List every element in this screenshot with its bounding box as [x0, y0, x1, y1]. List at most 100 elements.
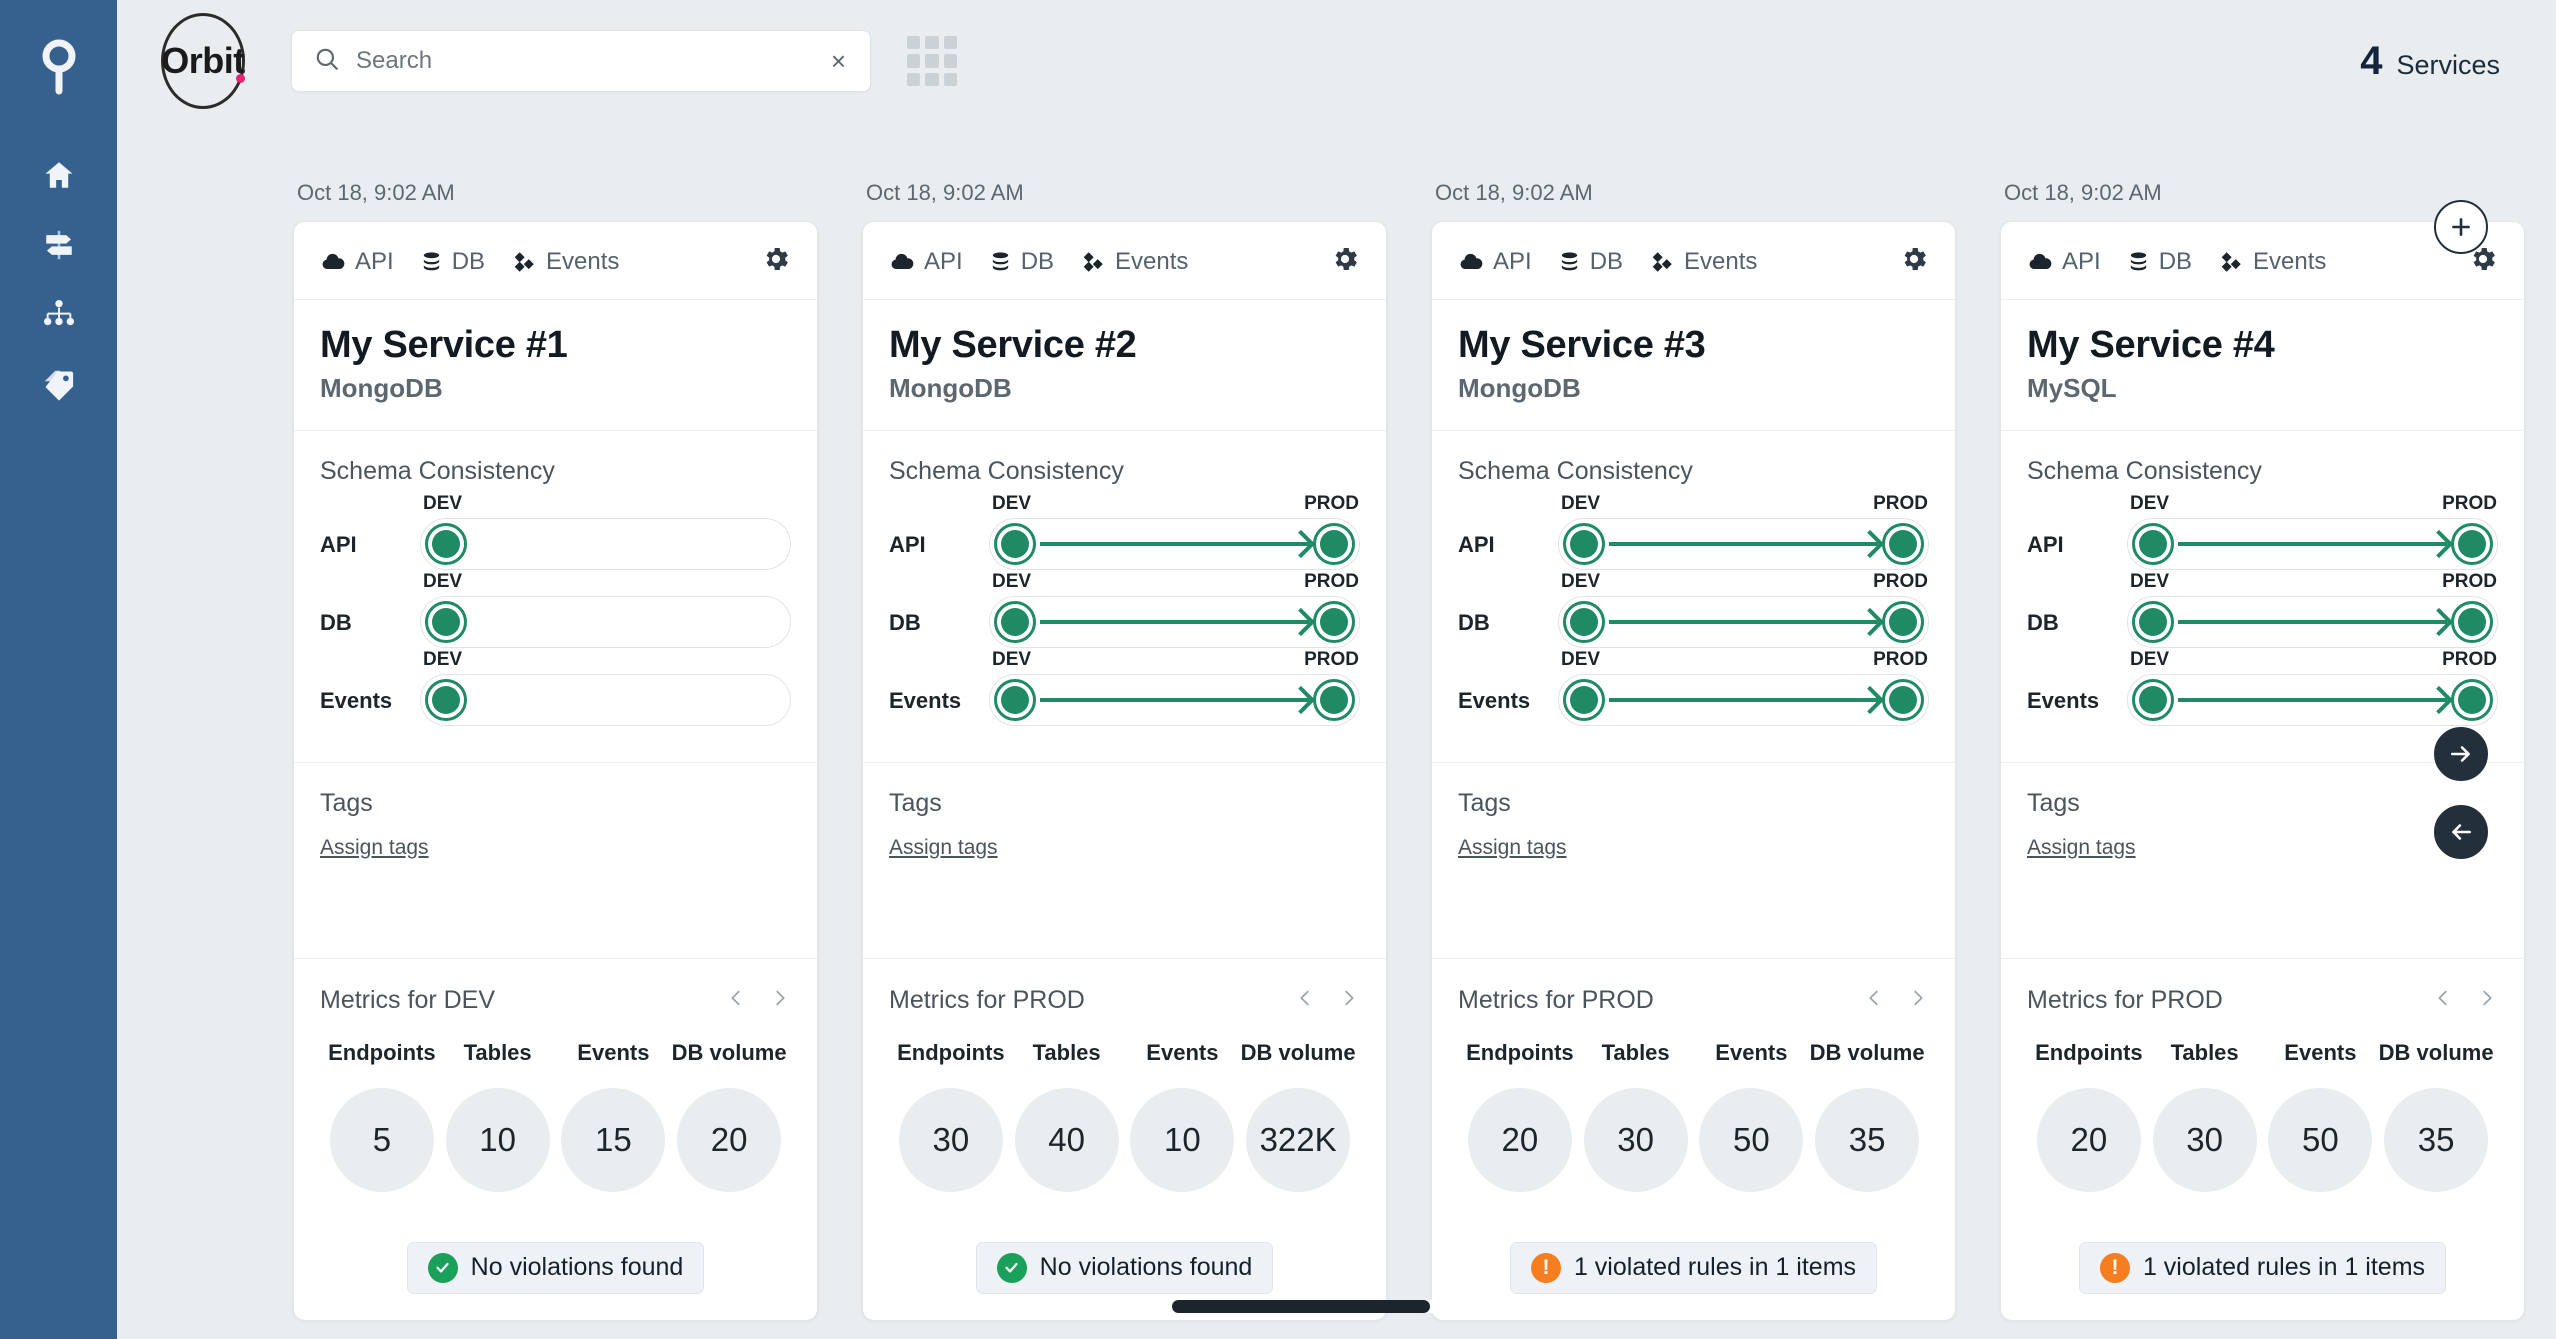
clear-search-icon[interactable]: ×	[829, 48, 848, 74]
status-badge[interactable]: ! 1 violated rules in 1 items	[1509, 1241, 1878, 1294]
metric-list: Endpoints 20 Tables 30 Events 50 DB volu…	[2027, 1040, 2498, 1192]
chip-api[interactable]: API	[2027, 248, 2101, 276]
status-badge[interactable]: No violations found	[406, 1241, 705, 1294]
schema-node-prod[interactable]	[1882, 678, 1924, 721]
schema-node-prod[interactable]	[1882, 600, 1924, 643]
schema-node-prod[interactable]	[1313, 600, 1355, 643]
search-input[interactable]	[356, 47, 829, 75]
schema-row-label: DB	[1458, 609, 1490, 635]
service-subtitle: MongoDB	[320, 372, 443, 403]
schema-node-prod[interactable]	[2451, 522, 2493, 565]
metric: Tables 10	[440, 1040, 556, 1192]
card-header: API DB Events	[1432, 222, 1955, 300]
chip-api[interactable]: API	[1458, 248, 1532, 276]
card-timestamp: Oct 18, 9:02 AM	[866, 180, 1024, 205]
schema-track: DEV PROD	[989, 571, 1360, 648]
scroll-prev-button[interactable]	[2434, 805, 2488, 859]
schema-node-dev[interactable]	[994, 678, 1036, 721]
metric-name: Events	[1715, 1039, 1788, 1065]
database-icon	[1558, 249, 1581, 275]
metric-name: DB volume	[1809, 1039, 1925, 1065]
chip-db[interactable]: DB	[2127, 248, 2192, 276]
chip-events[interactable]: Events	[1649, 248, 1757, 276]
schema-section-title: Schema Consistency	[2027, 456, 2262, 485]
card-chip-group: API DB Events	[320, 248, 619, 276]
service-card[interactable]: API DB Events My Service #2 MongoDB Sche…	[862, 221, 1387, 1321]
schema-track: DEV PROD	[1558, 649, 1929, 726]
metrics-prev-icon[interactable]	[1863, 983, 1885, 1018]
schema-node-dev[interactable]	[1563, 522, 1605, 565]
schema-node-dev[interactable]	[2132, 522, 2174, 565]
schema-node-dev[interactable]	[2132, 678, 2174, 721]
assign-tags-link[interactable]: Assign tags	[889, 836, 998, 860]
schema-node-dev[interactable]	[425, 678, 467, 721]
assign-tags-link[interactable]: Assign tags	[320, 836, 429, 860]
service-column: Oct 18, 9:02 AM API DB Events My Service…	[1431, 180, 1956, 1321]
metric-name: Endpoints	[328, 1039, 436, 1065]
chip-events[interactable]: Events	[2218, 248, 2326, 276]
schema-node-prod[interactable]	[2451, 600, 2493, 643]
sidebar-item-home[interactable]	[28, 144, 90, 206]
sidebar-item-hierarchy[interactable]	[28, 284, 90, 346]
schema-connector-arrow	[1040, 697, 1309, 702]
metric-value: 30	[898, 1087, 1003, 1192]
status-badge[interactable]: ! 1 violated rules in 1 items	[2078, 1241, 2447, 1294]
schema-node-dev[interactable]	[1563, 600, 1605, 643]
schema-node-prod[interactable]	[1313, 522, 1355, 565]
assign-tags-link[interactable]: Assign tags	[1458, 836, 1567, 860]
assign-tags-link[interactable]: Assign tags	[2027, 836, 2136, 860]
chip-api[interactable]: API	[320, 248, 394, 276]
metric-value: 322K	[1246, 1087, 1351, 1192]
chip-events[interactable]: Events	[1080, 248, 1188, 276]
metrics-prev-icon[interactable]	[2432, 983, 2454, 1018]
scroll-next-button[interactable]	[2434, 727, 2488, 781]
status-badge-label: 1 violated rules in 1 items	[2142, 1253, 2426, 1282]
schema-node-prod[interactable]	[2451, 678, 2493, 721]
status-badge[interactable]: No violations found	[975, 1241, 1274, 1294]
schema-node-dev[interactable]	[994, 600, 1036, 643]
scrollbar-trough[interactable]	[1171, 1300, 1502, 1313]
schema-node-dev[interactable]	[425, 600, 467, 643]
scrollbar-thumb[interactable]	[1171, 1300, 1430, 1313]
chip-api[interactable]: API	[889, 248, 963, 276]
schema-node-prod[interactable]	[1882, 522, 1924, 565]
grid-view-icon[interactable]	[907, 36, 957, 86]
service-card[interactable]: API DB Events My Service #1 MongoDB Sche…	[293, 221, 818, 1321]
service-title: My Service #3	[1458, 324, 1706, 366]
chip-label: API	[2062, 247, 2101, 275]
horizontal-scrollbar[interactable]	[117, 1300, 2556, 1313]
chip-db[interactable]: DB	[1558, 248, 1623, 276]
chip-db[interactable]: DB	[420, 248, 485, 276]
metrics-next-icon[interactable]	[2476, 983, 2498, 1018]
add-service-button[interactable]	[2434, 200, 2488, 254]
metrics-next-icon[interactable]	[1338, 983, 1360, 1018]
chip-events[interactable]: Events	[511, 248, 619, 276]
metrics-next-icon[interactable]	[1907, 983, 1929, 1018]
card-timestamp: Oct 18, 9:02 AM	[2004, 180, 2162, 205]
card-timestamp: Oct 18, 9:02 AM	[1435, 180, 1593, 205]
gear-icon[interactable]	[1330, 244, 1360, 279]
schema-node-prod[interactable]	[1313, 678, 1355, 721]
orbit-9-logo-icon[interactable]	[31, 36, 87, 98]
gear-icon[interactable]	[761, 244, 791, 279]
metrics-next-icon[interactable]	[769, 983, 791, 1018]
metric-value: 5	[329, 1087, 434, 1192]
env-label-left: DEV	[2130, 492, 2170, 514]
chip-db[interactable]: DB	[989, 248, 1054, 276]
env-label-left: DEV	[992, 648, 1032, 670]
schema-node-dev[interactable]	[994, 522, 1036, 565]
tags-section: Tags Assign tags	[1432, 763, 1955, 959]
schema-node-dev[interactable]	[425, 522, 467, 565]
metrics-prev-icon[interactable]	[725, 983, 747, 1018]
schema-node-dev[interactable]	[1563, 678, 1605, 721]
metrics-prev-icon[interactable]	[1294, 983, 1316, 1018]
schema-node-dev[interactable]	[2132, 600, 2174, 643]
service-card[interactable]: API DB Events My Service #3 MongoDB Sche…	[1431, 221, 1956, 1321]
schema-track: DEV	[420, 571, 791, 648]
sidebar-item-tags[interactable]	[28, 354, 90, 416]
search-bar[interactable]: ×	[291, 30, 871, 92]
gear-icon[interactable]	[1899, 244, 1929, 279]
sidebar-item-flows[interactable]	[28, 214, 90, 276]
chip-label: Events	[2253, 247, 2327, 275]
check-circle-icon	[427, 1252, 458, 1283]
